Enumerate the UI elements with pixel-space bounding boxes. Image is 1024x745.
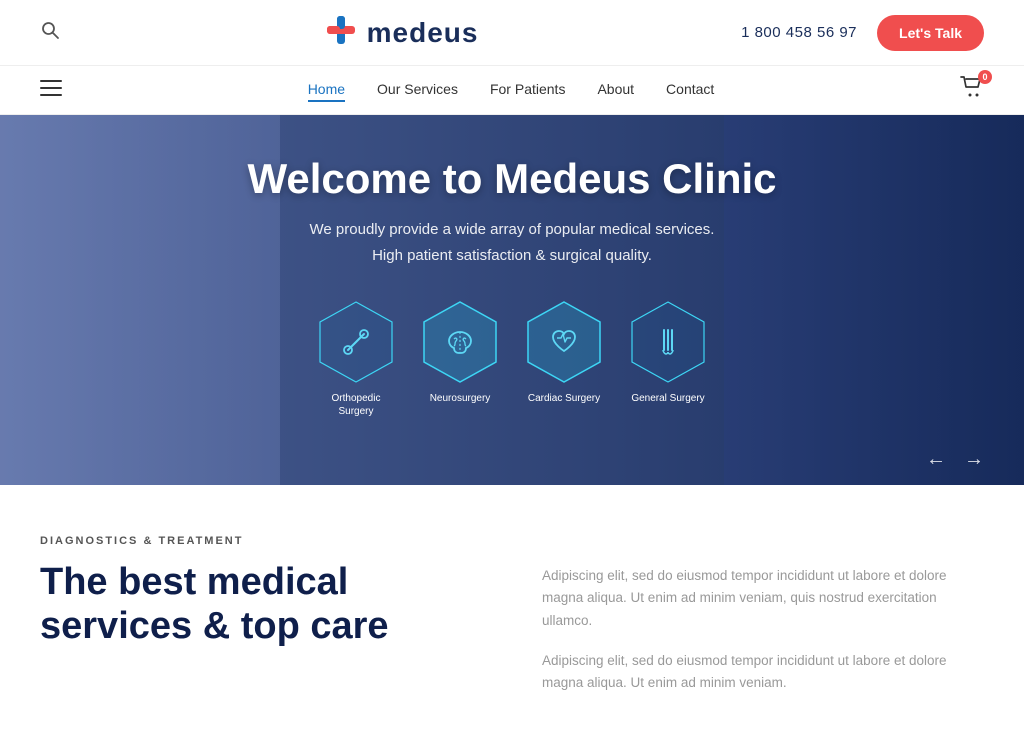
lets-talk-button[interactable]: Let's Talk <box>877 15 984 51</box>
next-arrow[interactable]: → <box>964 448 984 471</box>
nav-item-services[interactable]: Our Services <box>377 81 458 99</box>
cart-icon[interactable]: 0 <box>960 76 984 104</box>
hero-section: Welcome to Medeus Clinic We proudly prov… <box>0 115 1024 485</box>
hex-shape-general <box>624 298 712 386</box>
hamburger-icon[interactable] <box>40 79 62 102</box>
hex-label-orthopedic: OrthopedicSurgery <box>332 392 381 418</box>
hero-subtitle: We proudly provide a wide array of popul… <box>248 217 777 268</box>
hex-shape-neuro <box>416 298 504 386</box>
bottom-title: The best medical services & top care <box>40 561 482 648</box>
hex-label-neuro: Neurosurgery <box>430 392 491 405</box>
hero-arrows: ← → <box>926 448 984 471</box>
bottom-para-2: Adipiscing elit, sed do eiusmod tempor i… <box>542 650 984 695</box>
nav-link-about[interactable]: About <box>597 81 634 97</box>
nav-links: Home Our Services For Patients About Con… <box>308 81 715 99</box>
nav-link-services[interactable]: Our Services <box>377 81 458 97</box>
bottom-section: DIAGNOSTICS & TREATMENT The best medical… <box>0 485 1024 724</box>
logo-icon <box>323 12 359 53</box>
hex-services-row: OrthopedicSurgery Neurosurgery <box>312 298 712 418</box>
nav-item-about[interactable]: About <box>597 81 634 99</box>
nav-link-patients[interactable]: For Patients <box>490 81 565 97</box>
nav-bar: Home Our Services For Patients About Con… <box>0 66 1024 115</box>
diag-label: DIAGNOSTICS & TREATMENT <box>40 535 482 547</box>
hex-item-general[interactable]: General Surgery <box>624 298 712 418</box>
nav-item-patients[interactable]: For Patients <box>490 81 565 99</box>
hero-content: Welcome to Medeus Clinic We proudly prov… <box>248 155 777 298</box>
prev-arrow[interactable]: ← <box>926 448 946 471</box>
hex-shape-orthopedic <box>312 298 400 386</box>
hex-item-orthopedic[interactable]: OrthopedicSurgery <box>312 298 400 418</box>
hero-title: Welcome to Medeus Clinic <box>248 155 777 203</box>
hex-item-neuro[interactable]: Neurosurgery <box>416 298 504 418</box>
search-icon[interactable] <box>40 20 60 45</box>
hex-label-cardiac: Cardiac Surgery <box>528 392 600 405</box>
nav-link-home[interactable]: Home <box>308 81 345 102</box>
hex-item-cardiac[interactable]: Cardiac Surgery <box>520 298 608 418</box>
bottom-left: DIAGNOSTICS & TREATMENT The best medical… <box>40 535 482 694</box>
cart-badge: 0 <box>978 70 992 84</box>
hex-label-general: General Surgery <box>631 392 704 405</box>
nav-link-contact[interactable]: Contact <box>666 81 714 97</box>
bottom-right: Adipiscing elit, sed do eiusmod tempor i… <box>542 535 984 694</box>
nav-item-contact[interactable]: Contact <box>666 81 714 99</box>
logo: medeus <box>323 12 479 53</box>
nav-item-home[interactable]: Home <box>308 81 345 99</box>
hex-shape-cardiac <box>520 298 608 386</box>
top-bar: medeus 1 800 458 56 97 Let's Talk <box>0 0 1024 66</box>
phone-number: 1 800 458 56 97 <box>741 24 857 41</box>
bottom-para-1: Adipiscing elit, sed do eiusmod tempor i… <box>542 565 984 632</box>
logo-text: medeus <box>367 17 479 49</box>
